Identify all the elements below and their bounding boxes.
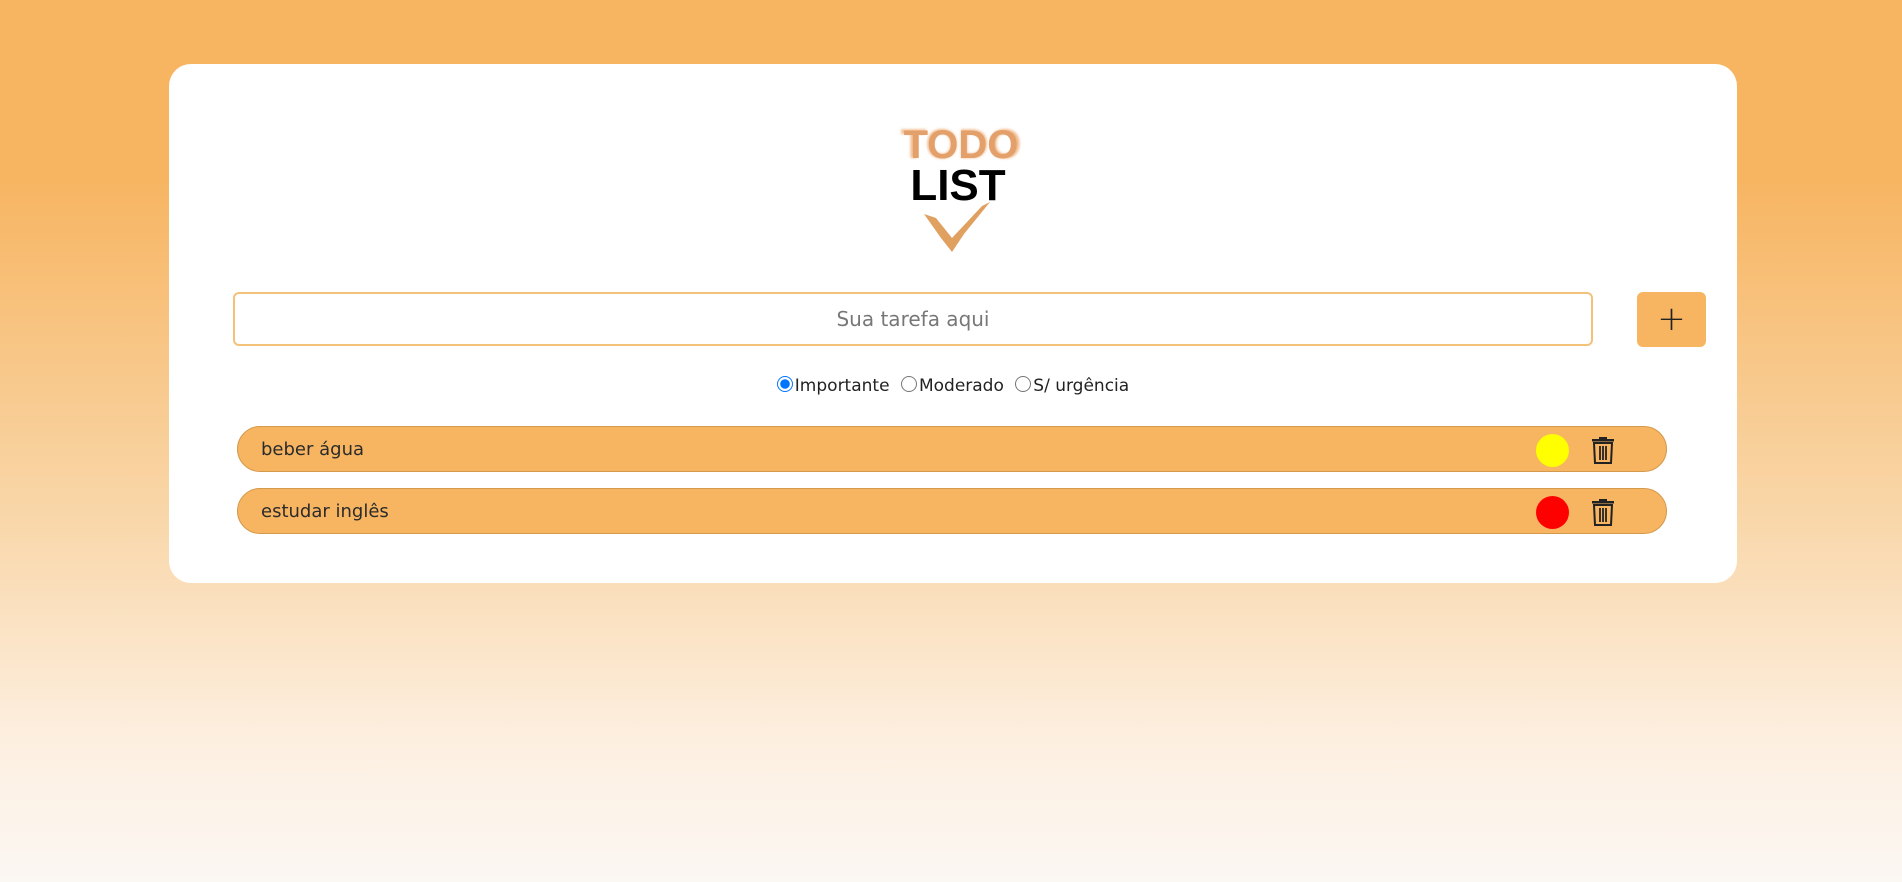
task-list: beber água estudar inglês [237,426,1667,550]
trash-icon[interactable] [1590,435,1616,465]
priority-option-moderado[interactable]: Moderado [900,376,1004,396]
todo-card: TODO TODO LIST + Importante Moderado S/ … [169,64,1737,583]
priority-label-moderado: Moderado [918,376,1004,396]
task-input-row: + [233,292,1706,347]
priority-indicator [1536,434,1569,467]
priority-indicator [1536,496,1569,529]
priority-label-importante: Importante [794,376,890,396]
task-item: estudar inglês [237,488,1667,534]
task-text: estudar inglês [261,501,389,522]
task-input[interactable] [233,292,1593,346]
priority-label-sem-urgencia: S/ urgência [1033,376,1130,396]
task-item: beber água [237,426,1667,472]
priority-options: Importante Moderado S/ urgência [169,376,1737,396]
priority-radio-moderado[interactable] [900,376,917,392]
logo-list-text: LIST [910,161,1005,210]
priority-radio-sem-urgencia[interactable] [1015,376,1032,392]
priority-option-sem-urgencia[interactable]: S/ urgência [1015,376,1129,396]
priority-radio-importante[interactable] [776,376,793,392]
logo-graphic: TODO TODO LIST [901,120,1021,252]
trash-icon[interactable] [1590,497,1616,527]
priority-option-importante[interactable]: Importante [776,376,890,396]
todo-list-logo: TODO TODO LIST [886,120,1036,256]
add-task-button[interactable]: + [1637,292,1706,347]
task-text: beber água [261,439,365,460]
